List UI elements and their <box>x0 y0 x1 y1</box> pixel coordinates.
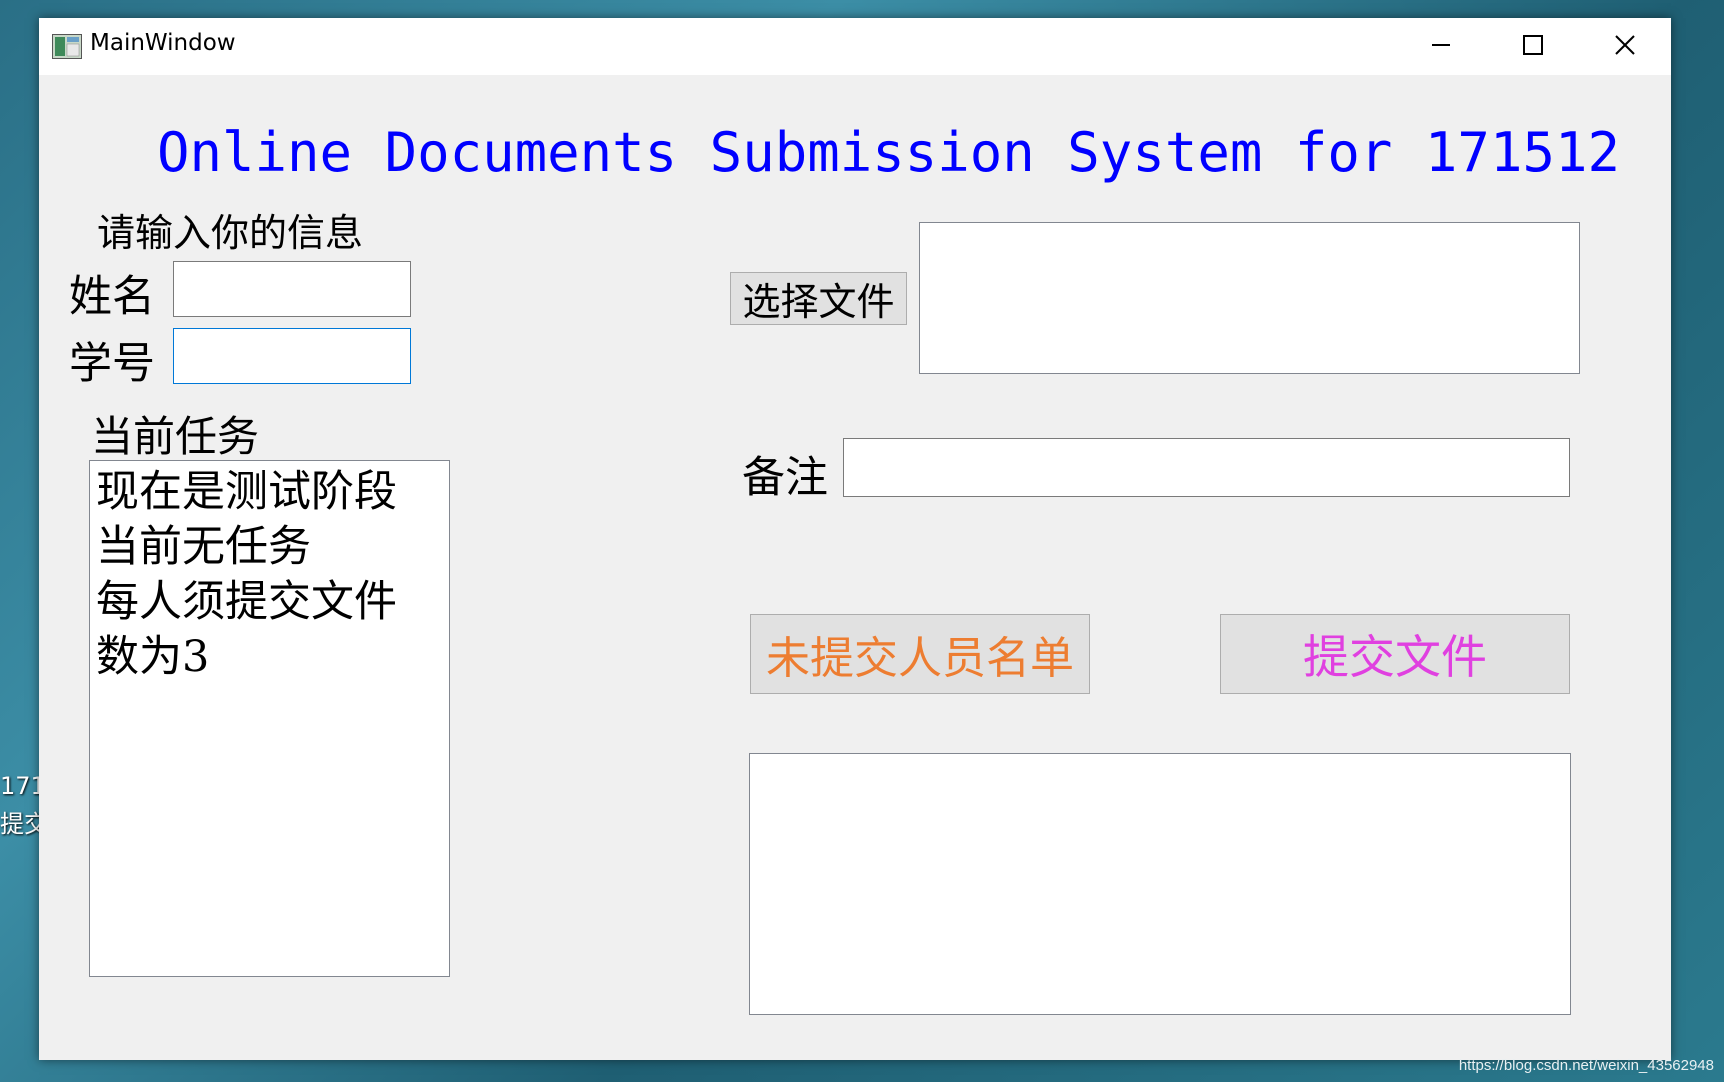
close-button[interactable] <box>1579 18 1671 75</box>
choose-file-button[interactable]: 选择文件 <box>730 272 907 325</box>
task-line: 当前无任务 <box>96 522 311 572</box>
info-prompt-label: 请输入你的信息 <box>97 211 364 255</box>
name-input[interactable] <box>173 261 411 317</box>
remark-input[interactable] <box>843 438 1570 497</box>
task-line: 现在是测试阶段 <box>96 467 397 517</box>
minimize-button[interactable] <box>1395 18 1487 75</box>
maximize-icon <box>1522 34 1544 60</box>
student-id-label: 学号 <box>69 339 155 389</box>
maximize-button[interactable] <box>1487 18 1579 75</box>
current-task-label: 当前任务 <box>91 412 260 461</box>
page-title: Online Documents Submission System for 1… <box>157 121 1620 184</box>
app-window-icon <box>52 34 82 59</box>
close-icon <box>1614 34 1636 60</box>
task-line: 数为3 <box>96 632 210 682</box>
main-window: MainWindow Online Documents Submission S… <box>39 18 1671 1060</box>
name-label: 姓名 <box>69 272 155 322</box>
minimize-icon <box>1430 34 1452 60</box>
unsubmitted-list-button[interactable]: 未提交人员名单 <box>750 614 1090 694</box>
remark-label: 备注 <box>742 453 828 503</box>
central-widget: Online Documents Submission System for 1… <box>39 75 1671 1060</box>
title-bar[interactable]: MainWindow <box>39 18 1671 75</box>
file-path-textbox[interactable] <box>919 222 1580 374</box>
window-title: MainWindow <box>90 30 236 56</box>
submit-file-button[interactable]: 提交文件 <box>1220 614 1570 694</box>
student-id-input[interactable] <box>173 328 411 384</box>
watermark-text: https://blog.csdn.net/weixin_43562948 <box>1458 1057 1714 1074</box>
task-text-area[interactable]: 现在是测试阶段 当前无任务 每人须提交文件 数为3 <box>89 460 450 977</box>
task-line: 每人须提交文件 <box>96 577 397 627</box>
output-textbox[interactable] <box>749 753 1571 1015</box>
